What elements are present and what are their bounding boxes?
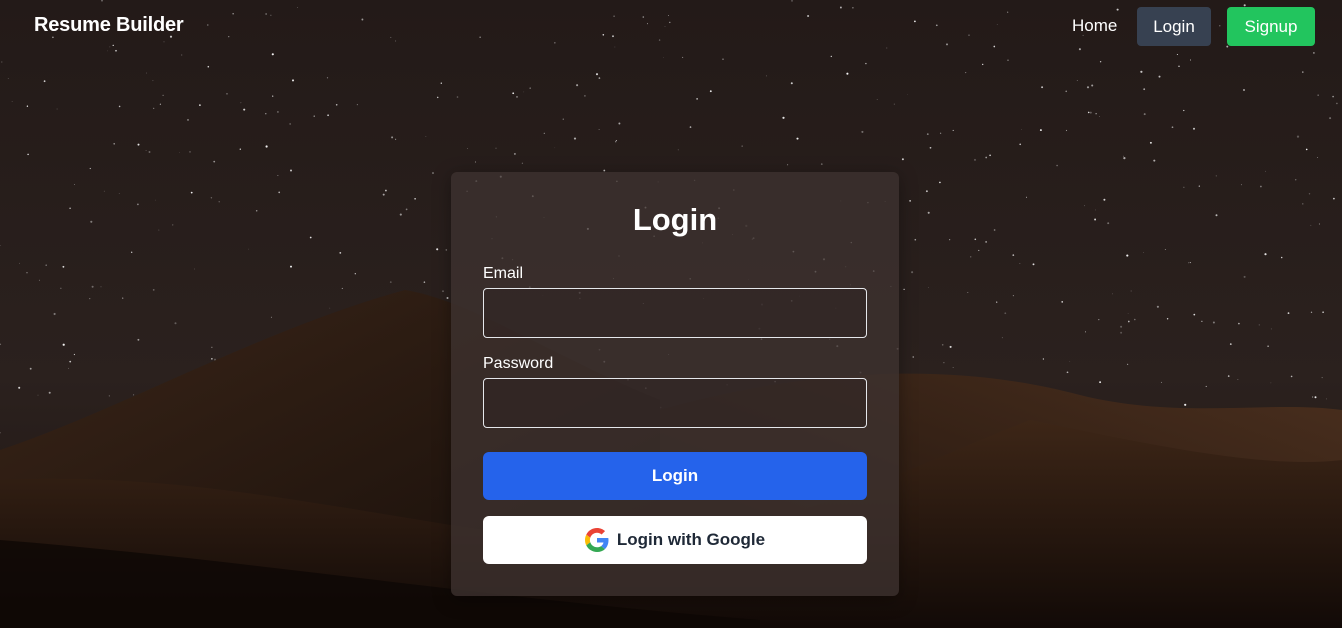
brand-logo-text[interactable]: Resume Builder bbox=[34, 14, 184, 37]
login-submit-button[interactable]: Login bbox=[483, 452, 867, 500]
password-field[interactable] bbox=[483, 378, 867, 428]
login-title: Login bbox=[632, 202, 718, 237]
nav-home-link[interactable]: Home bbox=[1072, 16, 1117, 36]
top-navbar: Resume Builder Home Login Signup bbox=[0, 0, 1342, 54]
email-field[interactable] bbox=[483, 288, 867, 338]
nav-signup-button[interactable]: Signup bbox=[1227, 7, 1315, 46]
google-logo-icon bbox=[584, 528, 609, 552]
google-login-label: Login with Google bbox=[616, 530, 766, 549]
nav-login-button[interactable]: Login bbox=[1137, 7, 1211, 46]
google-login-button[interactable]: Login with Google bbox=[483, 516, 867, 564]
login-card: Login Email Password Login Login with Go… bbox=[451, 172, 899, 596]
email-label: Email bbox=[483, 265, 524, 282]
password-label: Password bbox=[483, 355, 554, 372]
